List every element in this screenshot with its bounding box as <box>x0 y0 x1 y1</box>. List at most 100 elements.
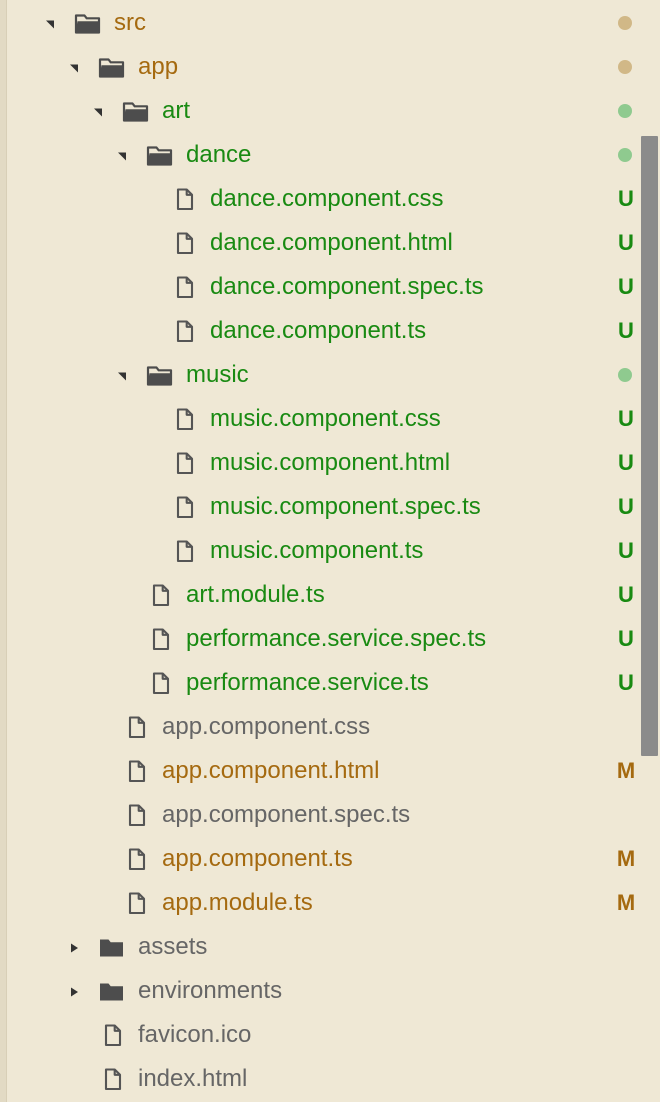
tree-row[interactable]: dance <box>0 133 660 177</box>
file-icon <box>170 187 198 211</box>
file-icon <box>122 715 150 739</box>
tree-item-label: dance.component.css <box>210 185 444 212</box>
collapse-arrow-icon[interactable] <box>68 61 80 73</box>
tree-item-label: index.html <box>138 1065 248 1092</box>
folder-icon <box>74 11 102 35</box>
tree-item-label: app <box>138 53 179 80</box>
tree-item-label: dance.component.ts <box>210 317 427 344</box>
tree-row[interactable]: music.component.ts U <box>0 529 660 573</box>
file-icon <box>122 847 150 871</box>
tree-row[interactable]: favicon.ico <box>0 1013 660 1057</box>
file-icon <box>146 583 174 607</box>
tree-row[interactable]: performance.service.ts U <box>0 661 660 705</box>
file-icon <box>98 1023 126 1047</box>
file-icon <box>170 319 198 343</box>
tree-item-label: app.module.ts <box>162 889 313 916</box>
folder-icon <box>146 143 174 167</box>
tree-item-label: app.component.css <box>162 713 371 740</box>
tree-item-label: src <box>114 9 146 36</box>
tree-row[interactable]: music <box>0 353 660 397</box>
file-icon <box>170 539 198 563</box>
git-status-badge: U <box>618 318 634 343</box>
tree-item-label: favicon.ico <box>138 1021 252 1048</box>
collapse-arrow-icon[interactable] <box>116 149 128 161</box>
tree-row[interactable]: dance.component.css U <box>0 177 660 221</box>
vertical-scrollbar-thumb[interactable] <box>641 136 658 756</box>
tree-row[interactable]: dance.component.html U <box>0 221 660 265</box>
tree-item-label: music.component.css <box>210 405 441 432</box>
tree-item-label: art.module.ts <box>186 581 325 608</box>
tree-row[interactable]: src <box>0 1 660 45</box>
tree-row[interactable]: art <box>0 89 660 133</box>
git-status-badge: U <box>618 186 634 211</box>
collapse-arrow-icon[interactable] <box>116 369 128 381</box>
file-icon <box>170 275 198 299</box>
file-icon <box>146 671 174 695</box>
file-icon <box>170 451 198 475</box>
file-icon <box>170 231 198 255</box>
collapse-arrow-icon[interactable] <box>92 105 104 117</box>
git-status-badge: M <box>616 758 636 783</box>
file-icon <box>146 627 174 651</box>
tree-item-label: assets <box>138 933 208 960</box>
tree-row[interactable]: index.html <box>0 1057 660 1101</box>
file-icon <box>98 1067 126 1091</box>
folder-icon <box>98 935 126 959</box>
tree-item-label: dance.component.html <box>210 229 453 256</box>
file-icon <box>122 891 150 915</box>
tree-row[interactable]: app.component.ts M <box>0 837 660 881</box>
expand-arrow-icon[interactable] <box>68 941 80 953</box>
file-icon <box>122 759 150 783</box>
tree-item-label: app.component.html <box>162 757 380 784</box>
tree-row[interactable]: music.component.html U <box>0 441 660 485</box>
tree-row[interactable]: art.module.ts U <box>0 573 660 617</box>
untracked-status-dot <box>618 104 632 118</box>
git-status-badge: U <box>618 538 634 563</box>
tree-item-label: music.component.spec.ts <box>210 493 481 520</box>
tree-row[interactable]: dance.component.ts U <box>0 309 660 353</box>
tree-item-label: environments <box>138 977 283 1004</box>
git-status-badge: U <box>618 626 634 651</box>
tree-row[interactable]: music.component.css U <box>0 397 660 441</box>
folder-icon <box>122 99 150 123</box>
tree-row[interactable]: app.component.spec.ts <box>0 793 660 837</box>
tree-item-label: art <box>162 97 191 124</box>
git-status-badge: U <box>618 230 634 255</box>
folder-icon <box>98 55 126 79</box>
file-tree: src app art dance dance.component.css Udance.… <box>0 0 660 1102</box>
collapse-arrow-icon[interactable] <box>44 17 56 29</box>
tree-item-label: performance.service.spec.ts <box>186 625 487 652</box>
file-icon <box>122 803 150 827</box>
git-status-badge: U <box>618 670 634 695</box>
tree-row[interactable]: dance.component.spec.ts U <box>0 265 660 309</box>
git-status-badge: M <box>616 890 636 915</box>
tree-row[interactable]: app.component.css <box>0 705 660 749</box>
tree-row[interactable]: environments <box>0 969 660 1013</box>
tree-item-label: music.component.html <box>210 449 451 476</box>
git-status-badge: U <box>618 494 634 519</box>
tree-item-label: performance.service.ts <box>186 669 429 696</box>
file-icon <box>170 407 198 431</box>
tree-row[interactable]: assets <box>0 925 660 969</box>
tree-item-label: music <box>186 361 249 388</box>
tree-row[interactable]: performance.service.spec.ts U <box>0 617 660 661</box>
tree-row[interactable]: app.module.ts M <box>0 881 660 925</box>
tree-row[interactable]: app <box>0 45 660 89</box>
tree-row[interactable]: music.component.spec.ts U <box>0 485 660 529</box>
tree-item-label: dance <box>186 141 252 168</box>
tree-item-label: app.component.ts <box>162 845 353 872</box>
git-status-badge: U <box>618 274 634 299</box>
git-status-badge: U <box>618 406 634 431</box>
folder-icon <box>146 363 174 387</box>
tree-item-label: music.component.ts <box>210 537 424 564</box>
expand-arrow-icon[interactable] <box>68 985 80 997</box>
tree-item-label: dance.component.spec.ts <box>210 273 484 300</box>
modified-status-dot <box>618 16 632 30</box>
folder-icon <box>98 979 126 1003</box>
modified-status-dot <box>618 60 632 74</box>
git-status-badge: U <box>618 450 634 475</box>
tree-item-label: app.component.spec.ts <box>162 801 411 828</box>
git-status-badge: U <box>618 582 634 607</box>
tree-row[interactable]: app.component.html M <box>0 749 660 793</box>
file-icon <box>170 495 198 519</box>
